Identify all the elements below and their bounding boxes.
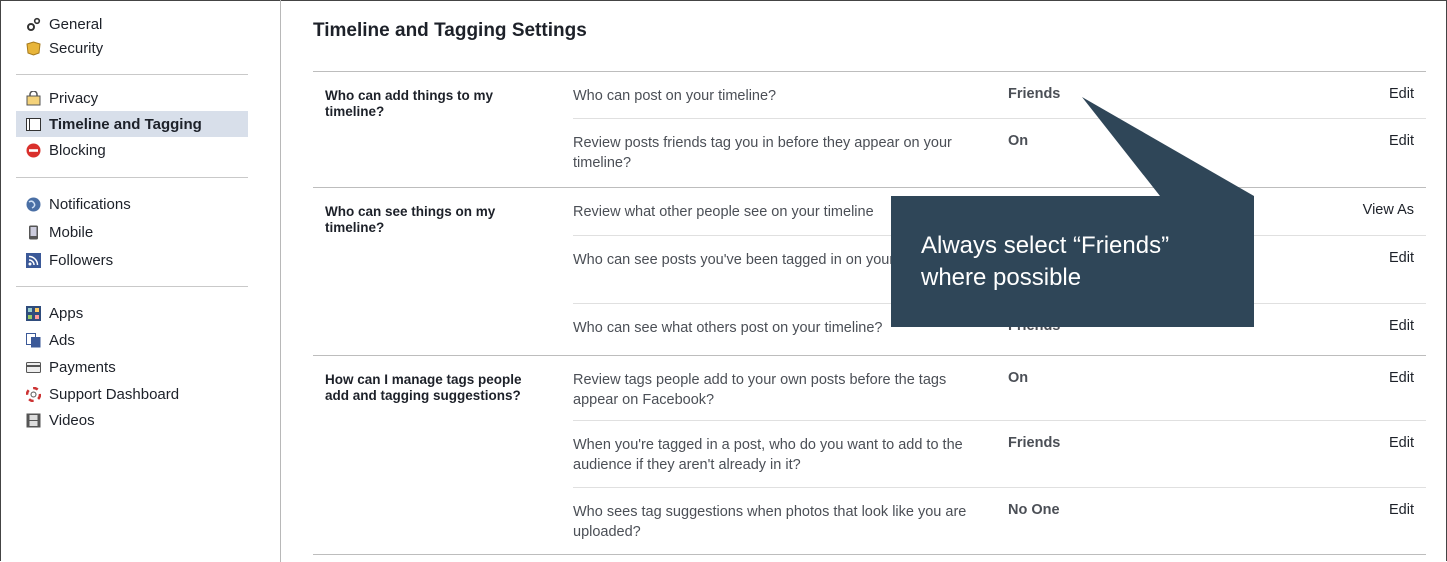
section-label: Who can see things on my timeline? xyxy=(325,204,496,235)
apps-icon xyxy=(26,305,41,321)
edit-link[interactable]: Edit xyxy=(1389,502,1414,518)
sidebar-item-label: Payments xyxy=(49,358,116,376)
rss-icon xyxy=(26,252,41,268)
sidebar-divider xyxy=(16,286,248,287)
sidebar-item-support-dashboard[interactable]: Support Dashboard xyxy=(16,381,248,407)
edit-link[interactable]: Edit xyxy=(1389,133,1414,149)
sidebar-item-label: Security xyxy=(49,39,104,57)
sidebar-item-privacy[interactable]: Privacy xyxy=(16,85,248,111)
setting-value: On xyxy=(1008,133,1029,149)
lock-icon xyxy=(26,89,41,106)
ads-icon xyxy=(26,332,41,348)
setting-value: On xyxy=(1008,370,1029,386)
setting-value: No One xyxy=(1008,502,1060,518)
setting-question: Review posts friends tag you in before t… xyxy=(573,135,952,171)
sidebar-divider xyxy=(16,177,248,178)
sidebar-item-security[interactable]: Security xyxy=(16,36,248,60)
edit-link[interactable]: Edit xyxy=(1389,318,1414,334)
edit-link[interactable]: Edit xyxy=(1389,370,1414,386)
settings-section-manage-tags: How can I manage tags people add and tag… xyxy=(313,356,1426,555)
settings-row: Review tags people add to your own posts… xyxy=(573,356,1426,420)
settings-row: Who sees tag suggestions when photos tha… xyxy=(573,488,1426,554)
setting-question: When you're tagged in a post, who do you… xyxy=(573,437,963,473)
section-label: Who can add things to my timeline? xyxy=(325,88,493,119)
sidebar-item-label: General xyxy=(49,15,103,33)
settings-sidebar: General Security Privacy Timeline and Ta… xyxy=(16,12,248,433)
badge-icon xyxy=(26,40,41,56)
settings-section-see-things: Who can see things on my timeline? Revie… xyxy=(313,188,1426,356)
sidebar-item-label: Videos xyxy=(49,411,95,429)
edit-link[interactable]: Edit xyxy=(1389,435,1414,451)
page-title: Timeline and Tagging Settings xyxy=(313,20,587,41)
sidebar-item-apps[interactable]: Apps xyxy=(16,299,248,327)
timeline-icon xyxy=(26,117,41,132)
sidebar-item-label: Ads xyxy=(49,331,75,349)
sidebar-item-label: Mobile xyxy=(49,223,94,241)
sidebar-item-videos[interactable]: Videos xyxy=(16,407,248,433)
settings-section-add-things: Who can add things to my timeline? Who c… xyxy=(313,72,1426,188)
setting-question: Review tags people add to your own posts… xyxy=(573,372,947,408)
sidebar-divider xyxy=(16,74,248,75)
setting-value: Friends xyxy=(1008,435,1061,451)
sidebar-item-label: Support Dashboard xyxy=(49,385,180,403)
mobile-icon xyxy=(26,225,41,240)
sidebar-item-label: Privacy xyxy=(49,89,99,107)
setting-question: Who can post on your timeline? xyxy=(573,88,777,104)
globe-icon xyxy=(26,197,41,212)
sidebar-item-label: Followers xyxy=(49,251,114,269)
sidebar-item-followers[interactable]: Followers xyxy=(16,246,248,274)
film-icon xyxy=(26,413,41,428)
view-as-link[interactable]: View As xyxy=(1363,202,1414,218)
edit-link[interactable]: Edit xyxy=(1389,86,1414,102)
settings-row: When you're tagged in a post, who do you… xyxy=(573,421,1426,487)
section-label: How can I manage tags people add and tag… xyxy=(325,372,522,403)
settings-row: Who can post on your timeline? Friends E… xyxy=(573,72,1426,119)
sidebar-item-label: Apps xyxy=(49,304,84,322)
block-icon xyxy=(26,143,41,158)
settings-row: Review posts friends tag you in before t… xyxy=(573,119,1426,187)
setting-question: Who sees tag suggestions when photos tha… xyxy=(573,504,967,540)
sidebar-item-ads[interactable]: Ads xyxy=(16,327,248,353)
sidebar-divider-vertical xyxy=(280,0,281,562)
sidebar-item-label: Timeline and Tagging xyxy=(49,115,202,133)
sidebar-item-label: Notifications xyxy=(49,195,131,213)
callout-box: Always select “Friends” where possible xyxy=(891,196,1254,327)
sidebar-item-notifications[interactable]: Notifications xyxy=(16,190,248,218)
setting-value: Friends xyxy=(1008,86,1061,102)
sidebar-item-blocking[interactable]: Blocking xyxy=(16,137,248,163)
sidebar-item-mobile[interactable]: Mobile xyxy=(16,218,248,246)
callout-text: Always select “Friends” where possible xyxy=(921,232,1170,291)
edit-link[interactable]: Edit xyxy=(1389,250,1414,266)
card-icon xyxy=(26,360,41,375)
gears-icon xyxy=(26,17,41,32)
sidebar-item-general[interactable]: General xyxy=(16,12,248,36)
sidebar-item-payments[interactable]: Payments xyxy=(16,353,248,381)
lifebuoy-icon xyxy=(25,386,42,402)
sidebar-item-timeline-and-tagging[interactable]: Timeline and Tagging xyxy=(16,111,248,137)
sidebar-item-label: Blocking xyxy=(49,141,106,159)
